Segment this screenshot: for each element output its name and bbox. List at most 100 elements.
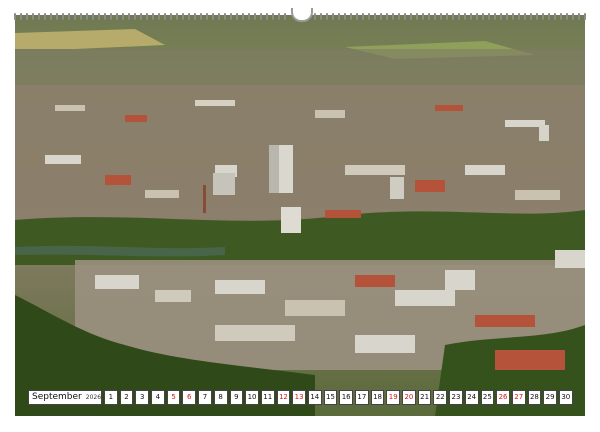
month-name: September xyxy=(32,392,82,402)
binding-ring xyxy=(194,12,196,20)
binding-ring xyxy=(410,12,412,20)
day-cell: 24 xyxy=(464,390,479,405)
day-cell: 5 xyxy=(166,390,181,405)
binding-ring xyxy=(326,12,328,20)
binding-ring xyxy=(272,12,274,20)
day-cell: 16 xyxy=(339,390,353,405)
binding-ring xyxy=(32,12,34,20)
day-cell: 15 xyxy=(323,390,338,405)
binding-ring xyxy=(284,12,286,20)
binding-ring xyxy=(266,12,268,20)
binding-ring xyxy=(278,12,280,20)
binding-ring xyxy=(116,12,118,20)
binding-ring xyxy=(578,12,580,20)
day-cell: 18 xyxy=(370,390,385,405)
binding-ring xyxy=(134,12,136,20)
day-cell: 7 xyxy=(198,390,212,405)
binding-ring xyxy=(164,12,166,20)
binding-ring xyxy=(86,12,88,20)
binding-ring xyxy=(230,12,232,20)
month-label: September 2026 xyxy=(28,390,102,405)
binding-ring xyxy=(98,12,100,20)
binding-ring xyxy=(92,12,94,20)
day-cell: 19 xyxy=(386,390,401,405)
day-cell: 21 xyxy=(417,390,432,405)
binding-ring xyxy=(80,12,82,20)
binding-ring xyxy=(344,12,346,20)
binding-ring xyxy=(416,12,418,20)
binding-ring xyxy=(386,12,388,20)
binding-ring xyxy=(392,12,394,20)
day-cell: 17 xyxy=(355,390,369,405)
day-cell: 2 xyxy=(119,390,134,405)
day-cell: 26 xyxy=(496,390,510,405)
binding-ring xyxy=(398,12,400,20)
binding-ring xyxy=(428,12,430,20)
binding-ring xyxy=(422,12,424,20)
binding-ring xyxy=(476,12,478,20)
binding-ring xyxy=(182,12,184,20)
day-cell: 25 xyxy=(480,390,495,405)
day-cell: 6 xyxy=(182,390,197,405)
binding-ring xyxy=(332,12,334,20)
binding-ring xyxy=(146,12,148,20)
binding-ring xyxy=(314,12,316,20)
binding-ring xyxy=(68,12,70,20)
binding-ring xyxy=(236,12,238,20)
day-cell: 20 xyxy=(402,390,416,405)
day-cell: 29 xyxy=(543,390,557,405)
day-cell: 9 xyxy=(229,390,244,405)
binding-ring xyxy=(584,12,586,20)
binding-ring xyxy=(218,12,220,20)
day-cell: 11 xyxy=(260,390,275,405)
binding-ring xyxy=(500,12,502,20)
binding-ring xyxy=(176,12,178,20)
binding-ring xyxy=(38,12,40,20)
binding-ring xyxy=(248,12,250,20)
day-cell: 1 xyxy=(104,390,118,405)
binding-ring xyxy=(212,12,214,20)
binding-ring xyxy=(188,12,190,20)
binding-ring xyxy=(74,12,76,20)
binding-ring xyxy=(224,12,226,20)
binding-ring xyxy=(158,12,160,20)
day-cell: 4 xyxy=(151,390,165,405)
calendar-page: September 2026 1 2 3 4 5 6 7 8 9 10 11 12 13 14 15 16 17… xyxy=(0,0,600,432)
binding-ring xyxy=(542,12,544,20)
binding-ring xyxy=(572,12,574,20)
binding-ring xyxy=(200,12,202,20)
calendar-strip: September 2026 1 2 3 4 5 6 7 8 9 10 11 12 13 14 15 16 17… xyxy=(28,390,573,405)
binding-ring xyxy=(434,12,436,20)
binding-ring xyxy=(20,12,22,20)
binding-ring xyxy=(494,12,496,20)
binding-ring xyxy=(242,12,244,20)
day-cell: 13 xyxy=(292,390,306,405)
binding-ring xyxy=(554,12,556,20)
binding-ring xyxy=(536,12,538,20)
binding-ring xyxy=(350,12,352,20)
binding-ring xyxy=(464,12,466,20)
binding-ring xyxy=(566,12,568,20)
binding-ring xyxy=(362,12,364,20)
binding-ring xyxy=(518,12,520,20)
binding-ring xyxy=(320,12,322,20)
binding-ring xyxy=(56,12,58,20)
day-cell: 12 xyxy=(276,390,291,405)
binding-ring xyxy=(470,12,472,20)
binding-ring xyxy=(338,12,340,20)
year-label: 2026 xyxy=(85,394,102,401)
day-cell: 27 xyxy=(511,390,526,405)
day-cell: 14 xyxy=(307,390,322,405)
binding-ring xyxy=(488,12,490,20)
binding-ring xyxy=(482,12,484,20)
binding-ring xyxy=(62,12,64,20)
day-cell: 28 xyxy=(527,390,542,405)
binding-ring xyxy=(374,12,376,20)
binding-ring xyxy=(152,12,154,20)
binding-ring xyxy=(368,12,370,20)
binding-ring xyxy=(260,12,262,20)
aerial-city-photo xyxy=(15,15,585,416)
binding-ring xyxy=(512,12,514,20)
binding-ring xyxy=(548,12,550,20)
binding-ring xyxy=(104,12,106,20)
